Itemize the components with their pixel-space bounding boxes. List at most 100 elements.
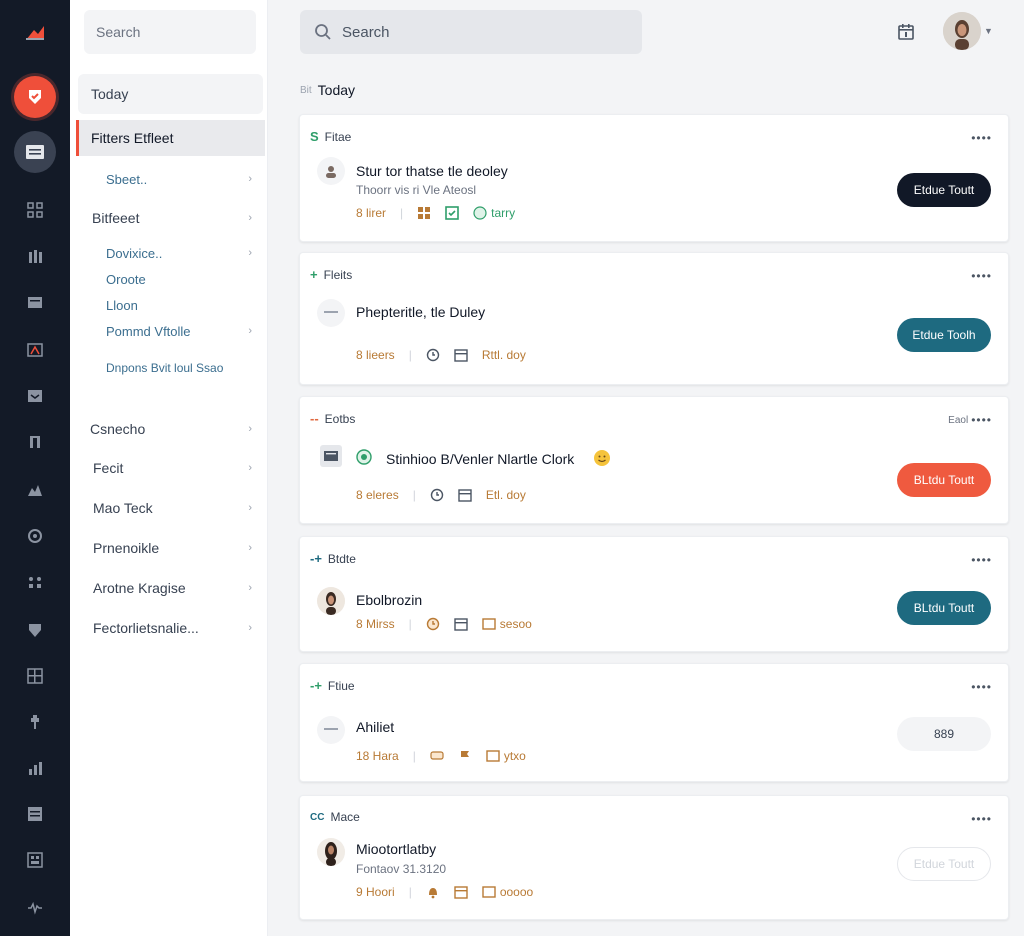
sidebar-item-1[interactable]: Bitfeeet › bbox=[70, 209, 268, 227]
task-card[interactable]: -+ Ftiue •••• Ahiliet 18 Hara | ytxo 889 bbox=[299, 663, 1009, 782]
check-icon bbox=[445, 206, 459, 220]
task-card[interactable]: -+ Btdte •••• Ebolbrozin 8 Mirss | sesoo… bbox=[299, 536, 1009, 652]
chevron-right-icon: › bbox=[248, 247, 252, 259]
sidebar-item-8[interactable]: Fecit › bbox=[70, 458, 268, 478]
card-more-menu[interactable]: •••• bbox=[968, 131, 992, 145]
chevron-right-icon: › bbox=[248, 622, 252, 634]
card-avatar bbox=[317, 587, 345, 615]
card-due-label: Rttl. doy bbox=[481, 348, 526, 362]
card-tag-label: Eotbs bbox=[324, 411, 356, 426]
primary-app-button[interactable] bbox=[14, 76, 56, 118]
rail-settings-button[interactable] bbox=[25, 898, 45, 918]
sidebar-item-label: Lloon bbox=[106, 297, 138, 313]
rail-columns-button[interactable] bbox=[25, 246, 45, 266]
layout-icon bbox=[27, 668, 43, 684]
sidebar-item-0[interactable]: Sbeet.. › bbox=[70, 170, 268, 188]
section-heading: Bit Today bbox=[300, 82, 355, 98]
card-tag: S Fitae bbox=[310, 129, 351, 144]
sidebar-search-input[interactable] bbox=[84, 10, 256, 54]
settings-icon bbox=[28, 901, 42, 915]
card-count: 18 Hara bbox=[356, 749, 399, 763]
rail-analytics-button[interactable] bbox=[25, 480, 45, 500]
rail-apps-button[interactable] bbox=[25, 572, 45, 592]
rail-bar-chart-button[interactable] bbox=[25, 758, 45, 778]
sidebar-item-active[interactable]: Fitters Etfleet bbox=[76, 120, 265, 156]
task-card[interactable]: S Fitae •••• Stur tor thatse tle deoley … bbox=[299, 114, 1009, 242]
message-icon bbox=[26, 145, 44, 159]
card-action-button[interactable]: Etdue Toutt bbox=[897, 173, 991, 207]
rail-tower-button[interactable] bbox=[25, 432, 45, 452]
section-title: Today bbox=[317, 82, 356, 98]
sidebar-item-10[interactable]: Prnenoikle › bbox=[70, 538, 268, 558]
user-avatar[interactable] bbox=[943, 12, 981, 50]
rail-grid-button[interactable] bbox=[25, 200, 45, 220]
card-tag-label: Btdte bbox=[327, 551, 356, 566]
sidebar-item-4[interactable]: Lloon bbox=[70, 296, 268, 314]
card-title: Stur tor thatse tle deoley bbox=[356, 163, 508, 179]
sidebar-today[interactable]: Today bbox=[78, 74, 263, 114]
task-card[interactable]: + Fleits •••• Phepteritle, tle Duley 8 l… bbox=[299, 252, 1009, 385]
card-action-button[interactable]: BLtdu Toutt bbox=[897, 463, 991, 497]
card-subtitle: Fontaov 31.3120 bbox=[356, 862, 447, 876]
search-icon bbox=[315, 24, 331, 40]
chevron-down-icon[interactable]: ▼ bbox=[984, 26, 993, 36]
rail-badge-button[interactable] bbox=[25, 526, 45, 546]
top-search-box[interactable] bbox=[300, 10, 642, 54]
card-tag: CC Mace bbox=[310, 810, 360, 824]
card-more-menu[interactable]: Eaol •••• bbox=[948, 413, 992, 427]
sidebar-item-label: Fectorlietsnalie... bbox=[93, 620, 199, 636]
card-tag: + Fleits bbox=[310, 267, 352, 282]
sidebar-item-12[interactable]: Fectorlietsnalie... › bbox=[70, 618, 268, 638]
sidebar-item-2[interactable]: Dovixice.. › bbox=[70, 244, 268, 262]
sidebar-item-6[interactable]: Dnpons Bvit loul Ssao bbox=[70, 359, 268, 377]
sidebar-item-7[interactable]: Csnecho › bbox=[70, 419, 268, 439]
chevron-right-icon: › bbox=[248, 582, 252, 594]
sidebar-item-9[interactable]: Mao Teck › bbox=[70, 498, 268, 518]
card-action-button[interactable]: Etdue Toolh bbox=[897, 318, 991, 352]
card-avatar bbox=[317, 716, 345, 744]
card-meta: 8 lieers | Rttl. doy bbox=[356, 348, 526, 362]
card-more-menu[interactable]: •••• bbox=[968, 680, 992, 694]
meta-divider: | bbox=[412, 488, 416, 502]
messages-app-button[interactable] bbox=[14, 131, 56, 173]
sidebar-item-11[interactable]: Arotne Kragise › bbox=[70, 578, 268, 598]
task-card[interactable]: -- Eotbs Eaol •••• Stinhioo B/Venler Nlar… bbox=[299, 396, 1009, 524]
rail-dashboard-button[interactable] bbox=[25, 850, 45, 870]
calendar-icon bbox=[458, 489, 472, 502]
sidebar-item-label: Dnpons Bvit loul Ssao bbox=[106, 361, 224, 375]
card-due-label: ooooo bbox=[499, 885, 534, 899]
card-action-button[interactable]: Etdue Toutt bbox=[897, 847, 991, 881]
sidebar-item-label: Fecit bbox=[93, 460, 124, 476]
inbox-icon bbox=[28, 390, 42, 402]
sidebar-item-label: Prnenoikle bbox=[93, 540, 160, 556]
sidebar-item-5[interactable]: Pommd Vftolle › bbox=[70, 322, 268, 340]
card-due-chip: Etl. doy bbox=[486, 488, 526, 502]
card-action-button[interactable]: BLtdu Toutt bbox=[897, 591, 991, 625]
apps-icon bbox=[29, 577, 41, 588]
person-icon bbox=[326, 166, 336, 178]
card-more-menu[interactable]: •••• bbox=[968, 269, 992, 283]
calendar-icon[interactable] bbox=[896, 22, 916, 42]
rail-layout-button[interactable] bbox=[25, 666, 45, 686]
rail-folder-button[interactable] bbox=[25, 292, 45, 312]
sidebar-item-3[interactable]: Oroote bbox=[70, 270, 268, 288]
rail-table-button[interactable] bbox=[25, 804, 45, 824]
rail-map-button[interactable] bbox=[25, 340, 45, 360]
rail-shield-button[interactable] bbox=[25, 620, 45, 640]
card-more-menu[interactable]: •••• bbox=[968, 812, 992, 826]
status-ok-icon bbox=[356, 449, 372, 465]
clock-icon bbox=[426, 348, 440, 362]
calendar-icon bbox=[454, 349, 468, 362]
rail-pin-button[interactable] bbox=[25, 712, 45, 732]
sidebar-item-label: Mao Teck bbox=[93, 500, 153, 516]
placeholder-icon bbox=[324, 728, 338, 730]
grid-icon bbox=[27, 202, 43, 218]
card-more-menu[interactable]: •••• bbox=[968, 553, 992, 567]
card-due-chip: Rttl. doy bbox=[482, 348, 526, 362]
card-tag-label: Ftiue bbox=[327, 678, 355, 693]
top-search-input[interactable] bbox=[342, 23, 622, 41]
columns-icon bbox=[29, 250, 42, 263]
rail-inbox-button[interactable] bbox=[25, 386, 45, 406]
card-action-button[interactable]: 889 bbox=[897, 717, 991, 751]
task-card[interactable]: CC Mace •••• Miootortlatby Fontaov 31.31… bbox=[299, 795, 1009, 920]
